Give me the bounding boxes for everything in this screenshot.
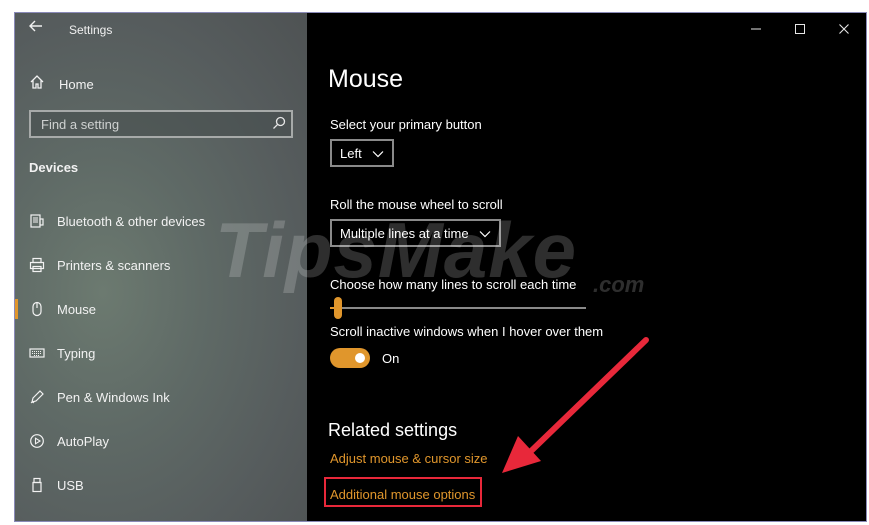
- screenshot-frame: Settings Home Devices Blue: [0, 0, 869, 525]
- annotation-arrow-icon: [502, 337, 649, 473]
